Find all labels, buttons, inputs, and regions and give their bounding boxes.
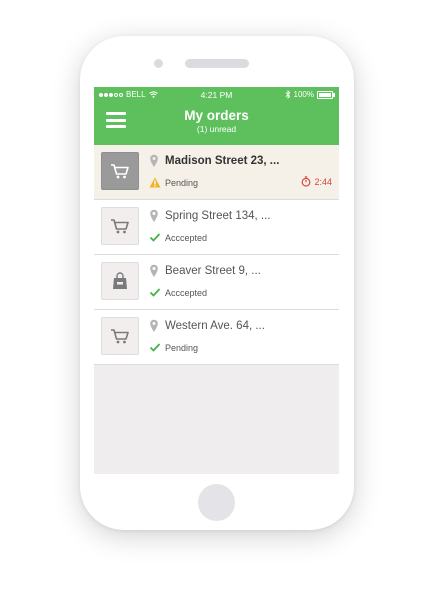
order-address: Madison Street 23, ... [165, 155, 280, 167]
order-row[interactable]: Spring Street 134, ... Acccepted [94, 200, 339, 255]
stopwatch-icon [302, 176, 311, 187]
speaker-grill [185, 59, 249, 68]
battery-percent: 100% [293, 90, 314, 99]
location-pin-icon [150, 319, 158, 332]
cart-icon [101, 317, 139, 355]
order-status: Pending [165, 178, 199, 188]
order-address: Beaver Street 9, ... [165, 265, 261, 277]
warning-icon [149, 177, 161, 188]
home-button[interactable] [198, 484, 235, 521]
battery-info: 100% [284, 90, 335, 99]
location-pin-icon [150, 209, 158, 222]
order-row[interactable]: Beaver Street 9, ... Acccepted [94, 255, 339, 310]
timer-value: 2:44 [314, 176, 332, 187]
checkmark-icon [149, 233, 161, 242]
battery-icon [317, 90, 335, 99]
order-address: Western Ave. 64, ... [165, 320, 265, 332]
bluetooth-icon [284, 90, 290, 99]
location-pin-icon [150, 264, 158, 277]
app-screen: BELL 4:21 PM 100% My orders (1) unread M… [94, 87, 339, 474]
checkmark-icon [149, 343, 161, 352]
order-timer: 2:44 [301, 176, 332, 187]
status-bar: BELL 4:21 PM 100% [94, 87, 339, 103]
cart-icon [101, 207, 139, 245]
unread-count: (1) unread [196, 124, 237, 134]
orders-list: Madison Street 23, ... Pending 2:44 Spri… [94, 145, 339, 365]
order-row[interactable]: Western Ave. 64, ... Pending [94, 310, 339, 365]
order-row[interactable]: Madison Street 23, ... Pending 2:44 [94, 145, 339, 200]
checkmark-icon [149, 288, 161, 297]
front-camera [154, 59, 163, 68]
page-title: My orders [184, 108, 249, 123]
order-status: Acccepted [165, 233, 208, 243]
app-header: BELL 4:21 PM 100% My orders (1) unread [94, 87, 339, 145]
order-status: Pending [165, 343, 199, 353]
order-address: Spring Street 134, ... [165, 210, 271, 222]
shopping-bag-icon [101, 262, 139, 300]
order-status: Acccepted [165, 288, 208, 298]
location-pin-icon [150, 154, 158, 167]
cart-icon [101, 152, 139, 190]
